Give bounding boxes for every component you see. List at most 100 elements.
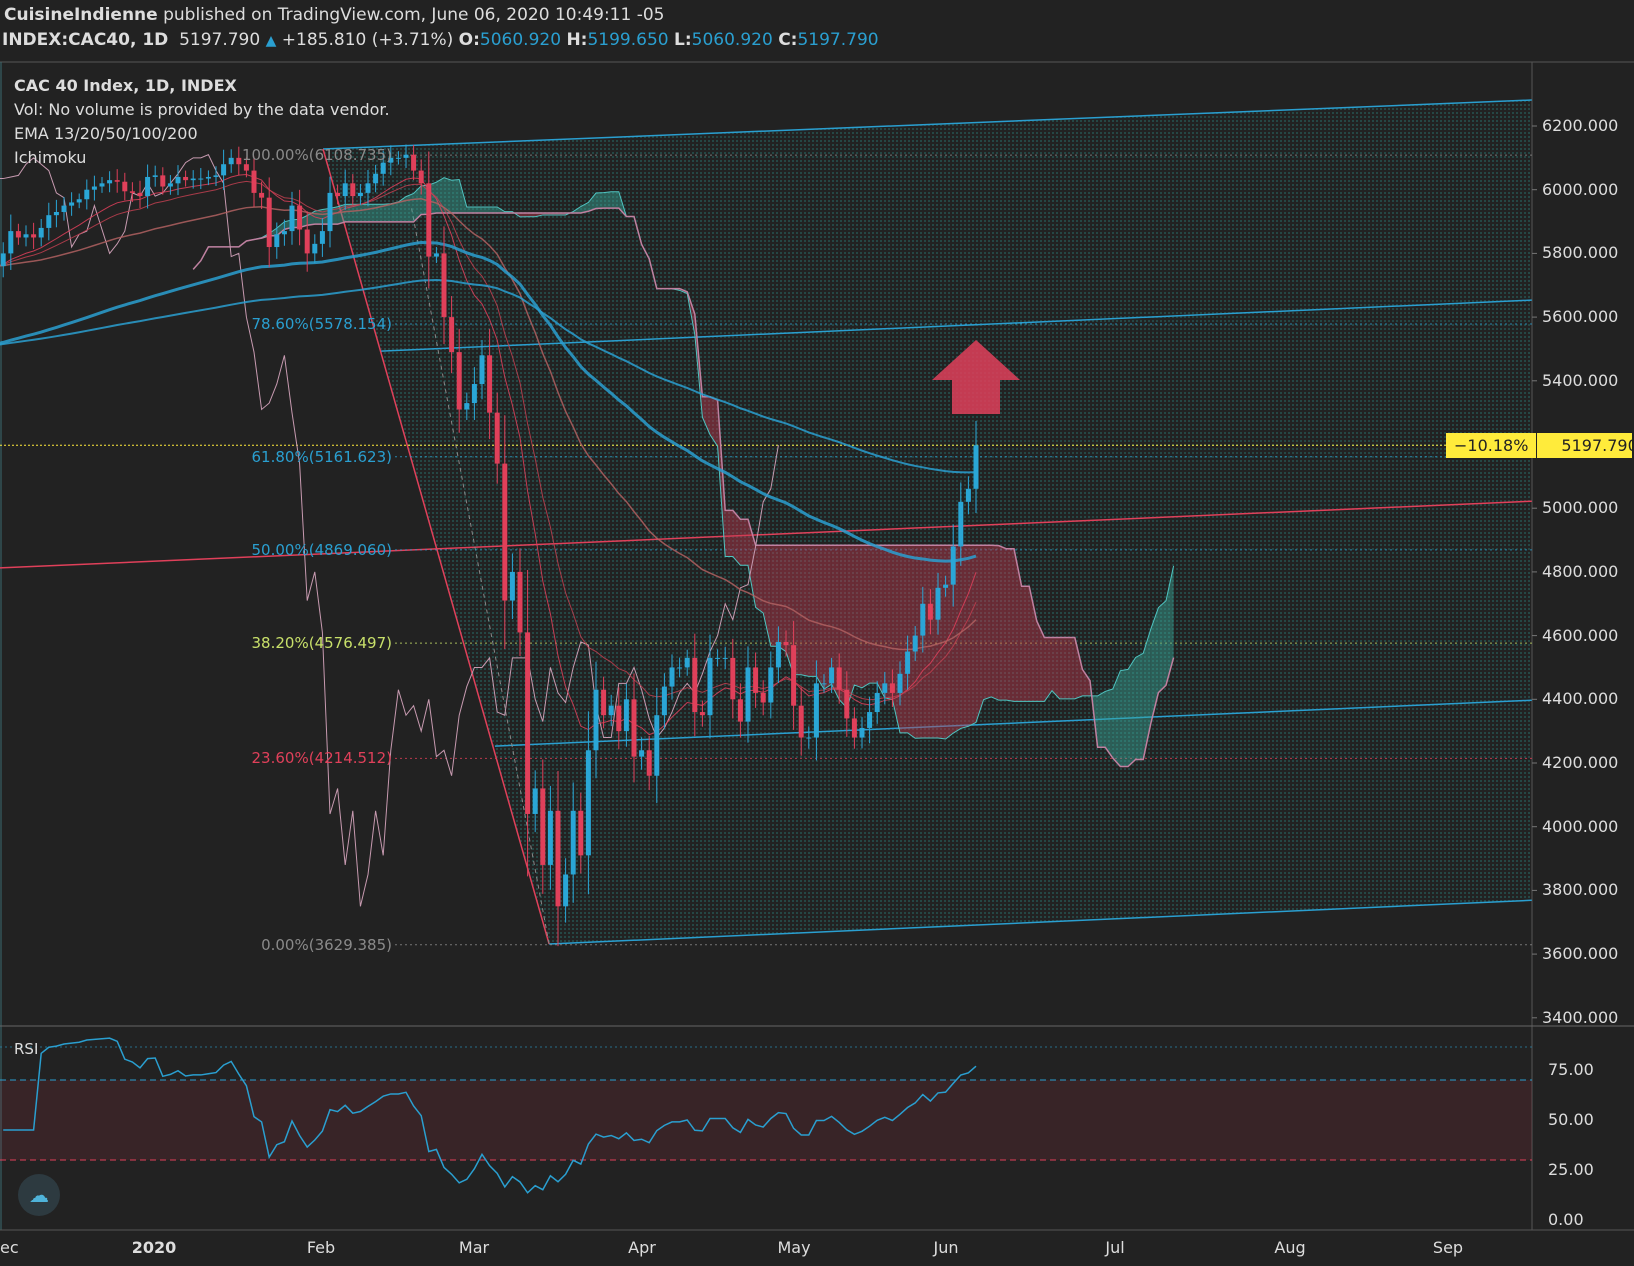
chart-canvas[interactable] — [0, 0, 1634, 1266]
ichimoku-cloud-segment — [1052, 637, 1060, 699]
candle-up — [661, 686, 667, 716]
candle-up — [965, 488, 971, 502]
candle-down — [304, 229, 310, 254]
rsi-tick-label: 50.00 — [1548, 1110, 1594, 1129]
candle-up — [107, 180, 113, 184]
legend-ema[interactable]: EMA 13/20/50/100/200 — [14, 122, 390, 146]
candle-up — [745, 667, 751, 722]
time-tick-label: Jul — [1105, 1238, 1125, 1257]
fib-label: 61.80%(5161.623) — [251, 447, 392, 466]
ichimoku-cloud-segment — [801, 545, 809, 677]
candle-up — [395, 157, 401, 159]
ichimoku-cloud-segment — [466, 206, 475, 213]
price-tick-label: 3600.000 — [1542, 944, 1619, 964]
candle-up — [623, 699, 629, 732]
candle-down — [927, 603, 933, 620]
time-tick-label: Feb — [306, 1238, 336, 1257]
candle-up — [479, 355, 485, 384]
time-tick-label: May — [777, 1238, 811, 1257]
ichimoku-cloud-segment — [778, 545, 786, 652]
price-tick-label: 5400.000 — [1542, 370, 1619, 390]
rsi-tick-label: 0.00 — [1548, 1210, 1584, 1229]
candle-up — [23, 234, 29, 238]
candle-up — [813, 683, 819, 738]
time-tick-label: Mar — [458, 1238, 490, 1257]
ichimoku-cloud-segment — [900, 545, 908, 733]
ichimoku-cloud-segment — [1135, 653, 1144, 760]
candle-up — [99, 183, 105, 187]
candle-up — [882, 683, 888, 693]
rsi-label[interactable]: RSI — [14, 1040, 38, 1058]
candle-down — [525, 632, 531, 814]
candle-up — [175, 176, 181, 184]
rsi-tick-label: 25.00 — [1548, 1160, 1594, 1179]
fib-label: 0.00%(3629.385) — [261, 935, 392, 954]
ichimoku-cloud-segment — [611, 191, 619, 209]
candle-up — [570, 810, 576, 875]
tradingview-logo-icon[interactable]: ☁ — [18, 1174, 60, 1216]
ichimoku-cloud-segment — [603, 191, 612, 209]
price-tick-label: 4600.000 — [1542, 625, 1619, 645]
candle-up — [905, 651, 911, 674]
candle-down — [517, 571, 523, 633]
candle-up — [281, 231, 287, 235]
candle-up — [532, 788, 538, 814]
candle-up — [859, 727, 865, 738]
ichimoku-cloud-segment — [1059, 637, 1068, 699]
candle-down — [836, 667, 842, 690]
ichimoku-cloud-segment — [998, 545, 1007, 701]
legend-ichimoku[interactable]: Ichimoku — [14, 146, 390, 170]
candle-down — [798, 705, 804, 738]
candle-up — [198, 178, 204, 180]
candle-up — [715, 657, 721, 659]
candle-up — [319, 231, 325, 244]
fib-label: 78.60%(5578.154) — [251, 315, 392, 334]
candle-down — [737, 699, 743, 722]
candle-up — [867, 712, 873, 728]
price-tick-label: 6000.000 — [1542, 179, 1619, 199]
candle-up — [973, 445, 979, 489]
time-tick-label: ec — [0, 1238, 19, 1257]
candle-up — [585, 750, 591, 856]
candle-up — [342, 183, 348, 197]
fib-label: 38.20%(4576.497) — [251, 634, 392, 653]
price-tick-label: 5000.000 — [1542, 498, 1619, 518]
candle-up — [874, 692, 880, 713]
candle-down — [259, 192, 265, 198]
candle-down — [426, 183, 432, 257]
candle-down — [418, 170, 424, 184]
indicator-legend: CAC 40 Index, 1D, INDEX Vol: No volume i… — [14, 74, 390, 170]
candle-down — [487, 355, 493, 413]
legend-title[interactable]: CAC 40 Index, 1D, INDEX — [14, 74, 390, 98]
candle-up — [897, 673, 903, 693]
candle-up — [152, 175, 158, 177]
candle-up — [213, 175, 219, 177]
ichimoku-cloud-segment — [1067, 637, 1075, 699]
candle-up — [76, 199, 82, 203]
price-tick-label: 5600.000 — [1542, 307, 1619, 327]
candle-down — [266, 197, 272, 248]
ichimoku-cloud-segment — [1006, 548, 1014, 702]
ichimoku-cloud-segment — [983, 545, 992, 700]
candle-down — [251, 170, 257, 193]
time-tick-label: Sep — [1432, 1238, 1464, 1257]
candle-up — [327, 192, 333, 232]
pct-from-high: −10.18% — [1454, 436, 1529, 455]
legend-volume[interactable]: Vol: No volume is provided by the data v… — [14, 98, 390, 122]
ichimoku-cloud-segment — [770, 545, 779, 647]
candle-down — [129, 191, 135, 193]
ichimoku-cloud-segment — [922, 545, 931, 738]
fib-label: 23.60%(4214.512) — [251, 749, 392, 768]
candle-up — [639, 750, 645, 757]
time-tick-label: Aug — [1274, 1238, 1306, 1257]
ichimoku-cloud-segment — [930, 545, 938, 738]
candle-up — [464, 403, 470, 410]
candle-up — [958, 501, 964, 547]
candle-up — [950, 546, 956, 585]
ichimoku-cloud-segment — [406, 193, 414, 222]
candle-down — [137, 192, 143, 197]
publish-info: CuisineIndienne published on TradingView… — [4, 5, 664, 25]
candle-up — [403, 154, 409, 158]
rsi-tick-label: 75.00 — [1548, 1060, 1594, 1079]
close-value-label: C: — [778, 30, 798, 50]
